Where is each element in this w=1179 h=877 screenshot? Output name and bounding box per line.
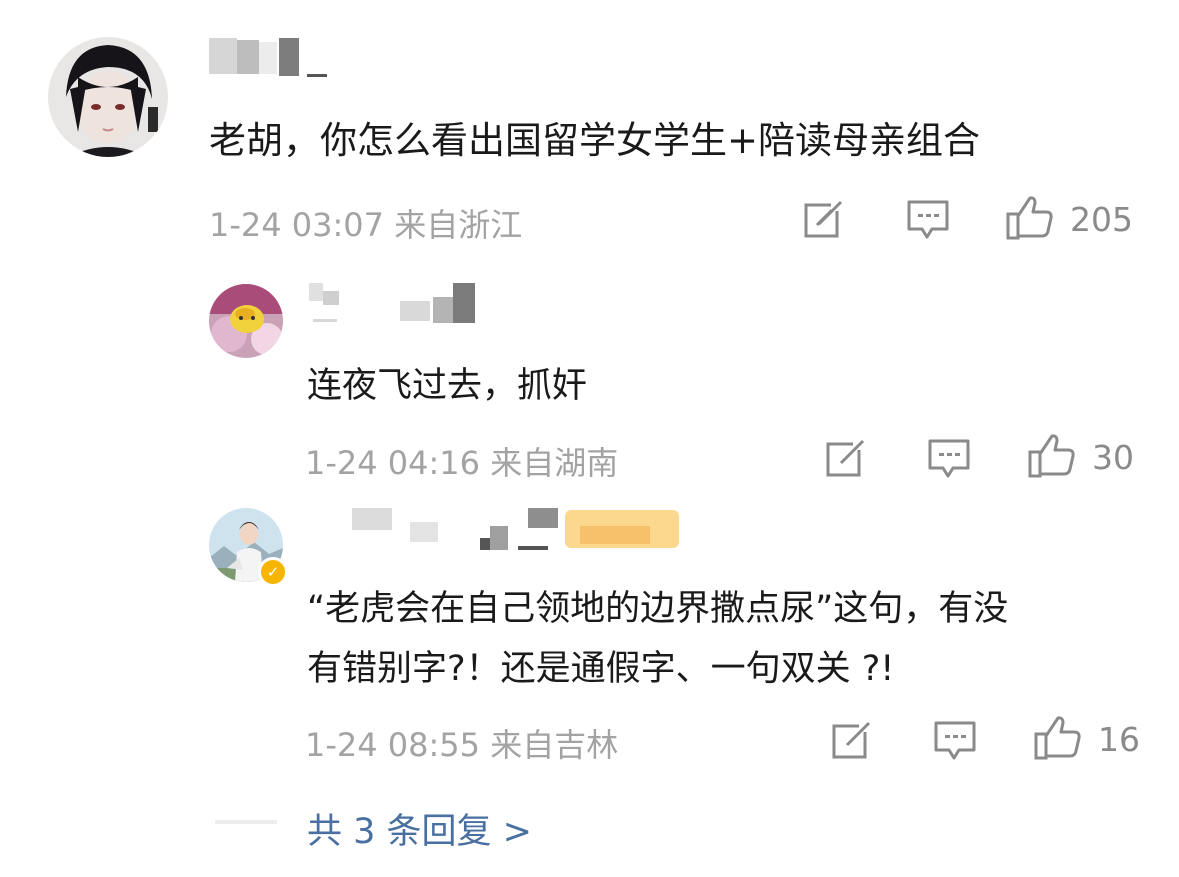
like-count: 16: [1098, 720, 1140, 759]
commenter-name-redacted[interactable]: [207, 38, 327, 83]
thumbs-up-icon[interactable]: [1033, 716, 1081, 760]
reply-text: 连夜飞过去，抓奸: [307, 366, 588, 406]
share-icon[interactable]: [831, 720, 873, 760]
comment-icon[interactable]: [906, 199, 950, 241]
comment-icon[interactable]: [933, 720, 977, 762]
comment-thread: 老胡，你怎么看出国留学女学生+陪读母亲组合 1-24 03:07 来自浙江 20…: [0, 0, 1179, 877]
commenter-avatar[interactable]: [48, 37, 168, 157]
reply-name-redacted[interactable]: [305, 283, 475, 328]
share-icon[interactable]: [803, 199, 845, 239]
reply-avatar[interactable]: [209, 284, 283, 358]
like-count: 30: [1092, 438, 1134, 477]
comment-icon[interactable]: [927, 438, 971, 480]
reply-name-redacted[interactable]: [340, 508, 685, 553]
reply-meta: 1-24 04:16 来自湖南: [305, 444, 619, 482]
reply-text-line-2: 有错别字?！还是通假字、一句双关 ?!: [307, 649, 895, 689]
view-all-replies-link[interactable]: 共 3 条回复 >: [307, 803, 532, 854]
thumbs-up-icon[interactable]: [1027, 434, 1075, 478]
reply-text-line-1: “老虎会在自己领地的边界撒点尿”这句，有没: [307, 589, 1009, 629]
verified-badge-icon: ✓: [258, 557, 288, 587]
share-icon[interactable]: [825, 438, 867, 478]
like-count: 205: [1070, 200, 1133, 239]
comment-text: 老胡，你怎么看出国留学女学生+陪读母亲组合: [209, 119, 981, 162]
reply-meta: 1-24 08:55 来自吉林: [305, 726, 619, 764]
comment-meta: 1-24 03:07 来自浙江: [209, 206, 523, 244]
redacted-fragment: [215, 818, 277, 826]
thumbs-up-icon[interactable]: [1005, 196, 1053, 240]
